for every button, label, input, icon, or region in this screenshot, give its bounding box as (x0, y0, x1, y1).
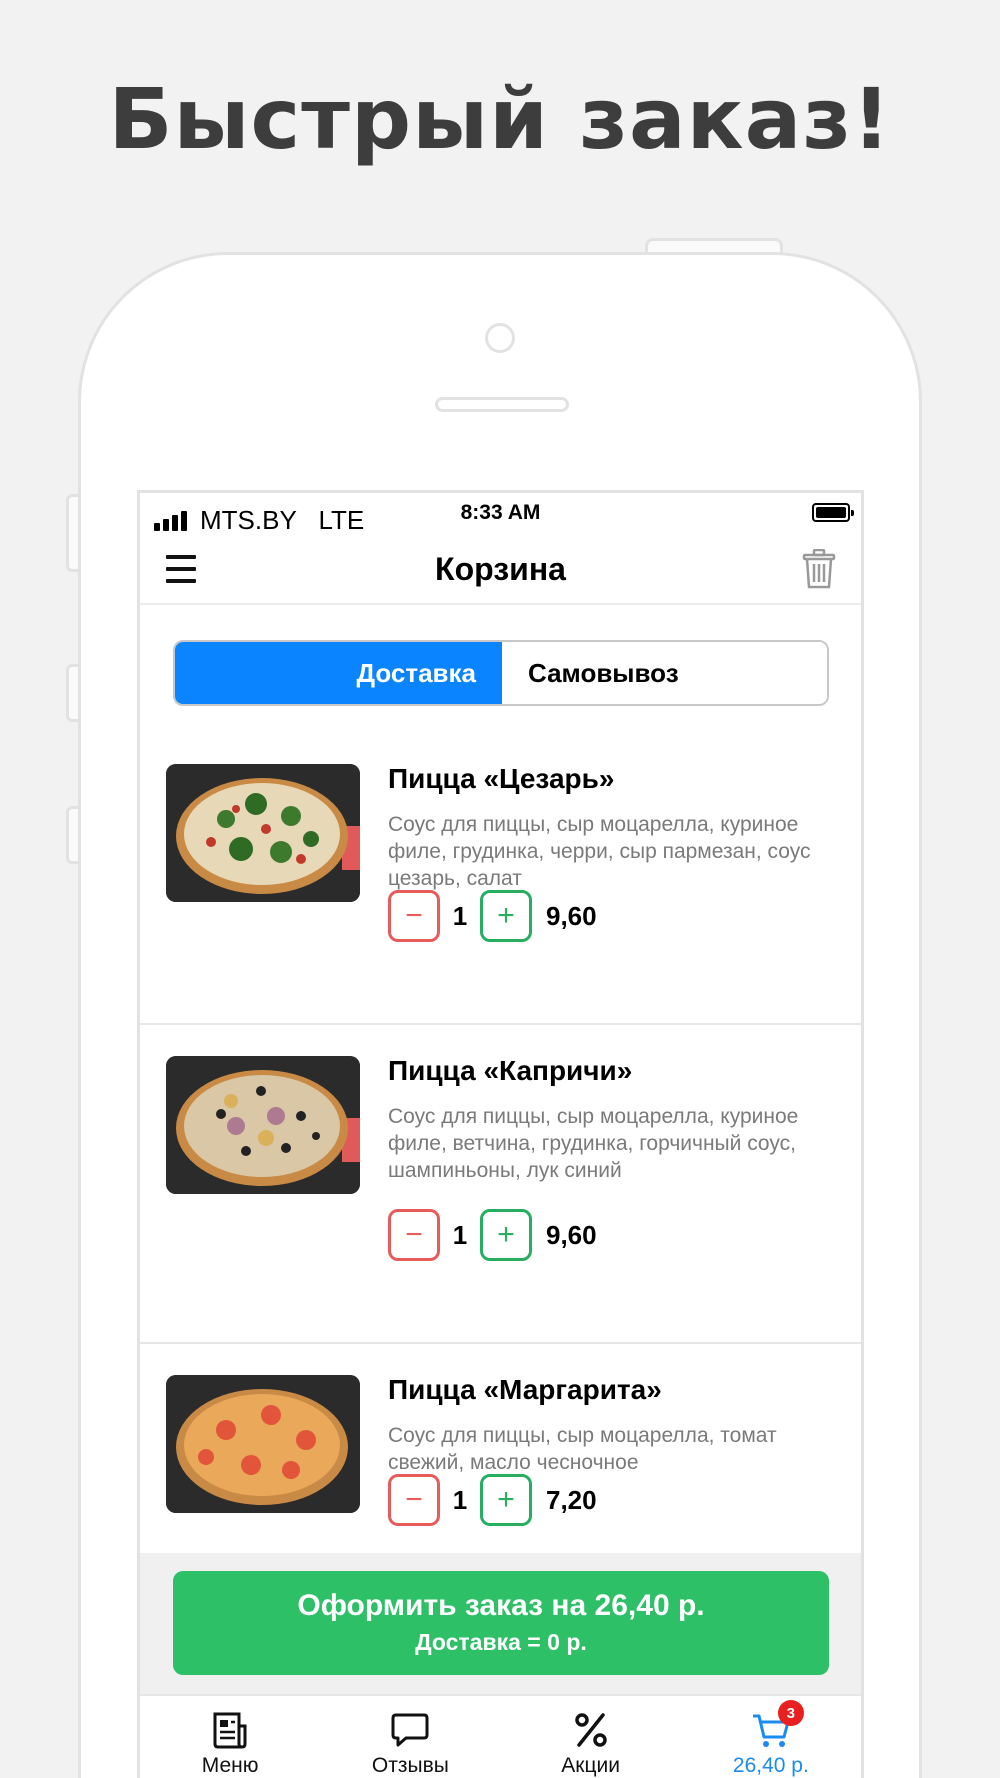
pizza-image (166, 1375, 360, 1513)
decrease-quantity-button[interactable]: − (388, 1209, 440, 1261)
pizza-image (166, 1056, 360, 1194)
status-time: 8:33 AM (460, 501, 541, 524)
delivery-mode-toggle: Доставка Самовывоз (173, 640, 829, 706)
item-description: Соус для пиццы, сыр моцарелла, куриное ф… (388, 1105, 799, 1182)
bottom-tab-bar: Меню Отзывы Акции 26,40 р. 3 (140, 1694, 861, 1778)
chat-bubble-icon (391, 1713, 429, 1747)
status-bar: MTS.BY LTE 8:33 AM (140, 493, 861, 539)
checkout-button[interactable]: Оформить заказ на 26,40 р. Доставка = 0 … (173, 1571, 829, 1675)
item-name: Пицца «Цезарь» (388, 763, 615, 794)
decrease-quantity-button[interactable]: − (388, 890, 440, 942)
increase-quantity-button[interactable]: + (480, 1474, 532, 1526)
tab-reviews[interactable]: Отзывы (320, 1696, 500, 1778)
tab-delivery[interactable]: Доставка (175, 642, 502, 704)
battery-icon (812, 503, 854, 522)
cart-list: Пицца «Цезарь» Соус для пиццы, сыр моцар… (140, 733, 861, 1644)
quantity-stepper: − 1 + 9,60 (388, 890, 597, 942)
quantity-value: 1 (452, 1484, 468, 1515)
menu-document-icon (213, 1712, 247, 1749)
cart-total-label: 26,40 р. (732, 1754, 809, 1777)
order-panel: Оформить заказ на 26,40 р. Доставка = 0 … (140, 1553, 861, 1694)
item-description: Соус для пиццы, сыр моцарелла, томат све… (388, 1424, 777, 1474)
pizza-image (166, 764, 360, 902)
increase-quantity-button[interactable]: + (480, 1209, 532, 1261)
promo-headline: Быстрый заказ! (108, 70, 892, 168)
tab-promos[interactable]: Акции (501, 1696, 681, 1778)
tab-promos-label: Акции (561, 1754, 620, 1777)
cart-item: Пицца «Капричи» Соус для пиццы, сыр моца… (140, 1025, 861, 1344)
percent-icon (574, 1713, 607, 1747)
item-description: Соус для пиццы, сыр моцарелла, куриное ф… (388, 813, 811, 890)
delivery-cost-label: Доставка = 0 р. (415, 1629, 587, 1655)
quantity-value: 1 (452, 1219, 468, 1250)
trash-icon[interactable] (802, 549, 836, 589)
item-price: 9,60 (546, 1219, 597, 1250)
item-name: Пицца «Капричи» (388, 1055, 633, 1086)
app-screen: MTS.BY LTE 8:33 AM Корзина Доставка Само… (137, 490, 864, 1778)
cart-count-badge: 3 (777, 1700, 804, 1726)
decrease-quantity-button[interactable]: − (388, 1474, 440, 1526)
item-price: 7,20 (546, 1484, 597, 1515)
tab-cart[interactable]: 26,40 р. 3 (681, 1696, 861, 1778)
cart-item: Пицца «Цезарь» Соус для пиццы, сыр моцар… (140, 733, 861, 1025)
quantity-value: 1 (452, 900, 468, 931)
item-name: Пицца «Маргарита» (388, 1374, 662, 1405)
tab-menu[interactable]: Меню (140, 1696, 320, 1778)
increase-quantity-button[interactable]: + (480, 890, 532, 942)
quantity-stepper: − 1 + 7,20 (388, 1474, 597, 1526)
phone-speaker (435, 397, 569, 412)
tab-pickup[interactable]: Самовывоз (502, 642, 827, 704)
page-title: Корзина (435, 551, 566, 587)
item-price: 9,60 (546, 900, 597, 931)
quantity-stepper: − 1 + 9,60 (388, 1209, 597, 1261)
checkout-total-label: Оформить заказ на 26,40 р. (297, 1589, 705, 1622)
phone-camera (485, 323, 515, 353)
tab-menu-label: Меню (201, 1754, 259, 1777)
tab-reviews-label: Отзывы (371, 1754, 449, 1777)
nav-bar: Корзина (140, 539, 861, 605)
